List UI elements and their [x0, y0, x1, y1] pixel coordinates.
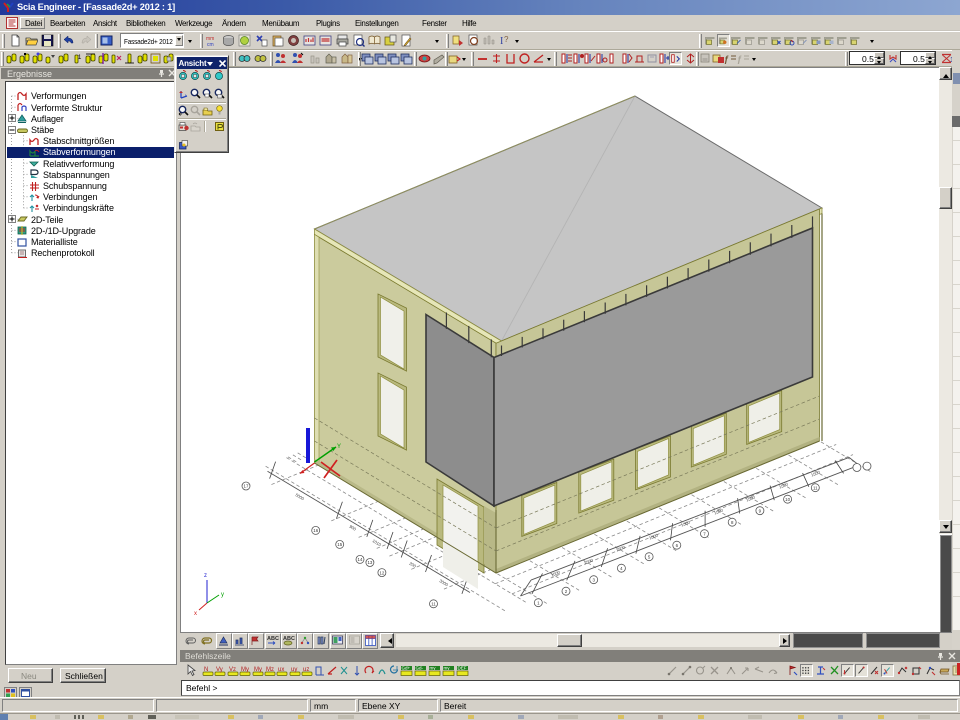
svg-text:17: 17 [244, 484, 249, 489]
svg-text:uz: uz [303, 667, 309, 673]
svg-text:My: My [254, 667, 262, 673]
svg-text:Vy: Vy [216, 667, 223, 673]
svg-text:My: My [241, 667, 249, 673]
svg-text:Mz: Mz [266, 667, 274, 673]
svg-text:my: my [443, 666, 450, 671]
svg-text:ux: ux [278, 667, 284, 673]
svg-text:10: 10 [785, 497, 790, 502]
svg-text:5000: 5000 [294, 492, 305, 501]
svg-text:Vz: Vz [229, 667, 236, 673]
svg-text:900: 900 [348, 524, 357, 532]
svg-text:uy: uy [291, 667, 297, 673]
svg-text:1500: 1500 [615, 544, 626, 552]
svg-text:1500: 1500 [810, 469, 821, 477]
svg-text:11: 11 [431, 602, 436, 607]
svg-text:cm: cm [207, 42, 214, 47]
svg-text:14: 14 [358, 557, 363, 562]
svg-text:?: ? [504, 35, 509, 44]
svg-text:1500: 1500 [680, 519, 691, 527]
svg-text:N: N [204, 667, 208, 673]
svg-text:Y: Y [337, 444, 341, 450]
svg-text:z: z [204, 573, 207, 579]
svg-text:DEF: DEF [457, 666, 466, 671]
svg-text:ABC: ABC [267, 636, 279, 642]
svg-text:1500: 1500 [778, 481, 789, 489]
svg-text:1500: 1500 [648, 532, 659, 540]
svg-text:16: 16 [313, 528, 318, 533]
svg-text:15: 15 [337, 542, 342, 547]
svg-text:x: x [194, 611, 197, 617]
svg-text:ƒ: ƒ [737, 54, 742, 64]
svg-text:y: y [221, 592, 224, 598]
svg-text:Gd-: Gd- [416, 666, 424, 671]
svg-text:12: 12 [379, 570, 384, 575]
svg-text:I: I [500, 36, 503, 47]
svg-text:13: 13 [367, 560, 372, 565]
svg-text:200: 200 [408, 561, 417, 569]
svg-text:1500: 1500 [583, 557, 594, 565]
svg-text:1: 1 [78, 55, 82, 61]
svg-text:ƒ: ƒ [724, 54, 729, 64]
svg-text:my: my [430, 666, 437, 671]
svg-text:Gd+: Gd+ [402, 666, 411, 671]
svg-text:11: 11 [813, 485, 818, 490]
